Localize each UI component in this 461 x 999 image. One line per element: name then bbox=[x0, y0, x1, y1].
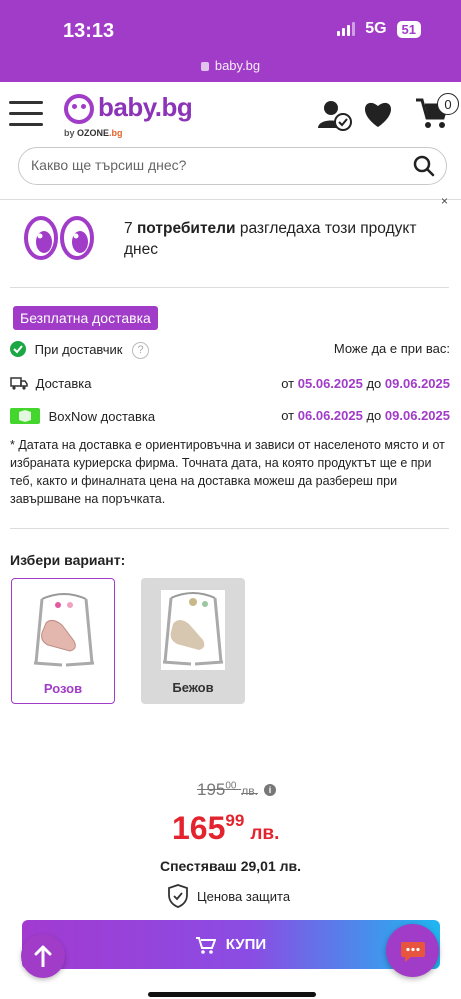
logo-mark bbox=[64, 94, 94, 124]
battery-icon: 51 bbox=[396, 20, 421, 38]
viewers-notice: 7 потребители разгледаха този продукт дн… bbox=[24, 212, 444, 272]
logo[interactable]: baby.bg by OZONE.bg bbox=[64, 92, 194, 142]
heart-icon[interactable] bbox=[362, 100, 394, 128]
supplier-row: При доставчик ? Може да е при вас: bbox=[10, 341, 450, 360]
delivery-label: Доставка bbox=[35, 376, 92, 391]
scroll-top-button[interactable] bbox=[21, 934, 65, 978]
check-circle-icon bbox=[10, 341, 26, 357]
shield-check-icon bbox=[168, 884, 188, 908]
old-price: 19500 лв. i bbox=[197, 780, 276, 800]
lock-icon bbox=[200, 62, 209, 71]
arrow-up-icon bbox=[34, 945, 52, 967]
free-delivery-badge: Безплатна доставка bbox=[13, 306, 158, 330]
boxnow-label: BoxNow доставка bbox=[48, 409, 156, 424]
logo-subtitle: by OZONE.bg bbox=[64, 128, 123, 138]
viewers-text: 7 потребители разгледаха този продукт дн… bbox=[124, 220, 417, 258]
logo-text: baby.bg bbox=[98, 92, 193, 122]
supplier-label: При доставчик bbox=[34, 342, 123, 357]
signal-icon bbox=[337, 22, 356, 36]
price-protection[interactable]: Ценова защита bbox=[167, 884, 290, 908]
delivery-note: * Датата на доставка е ориентировъчна и … bbox=[10, 438, 445, 506]
info-icon[interactable]: i bbox=[263, 784, 276, 796]
search-icon[interactable] bbox=[412, 154, 436, 178]
site-header: baby.bg by OZONE.bg 0 bbox=[0, 82, 461, 200]
variant-beige[interactable]: Бежов bbox=[141, 578, 245, 704]
current-price: 16599лв. bbox=[172, 810, 280, 846]
status-time: 13:13 bbox=[63, 20, 115, 42]
status-bar: 13:13 5G 51 baby.bg bbox=[0, 0, 461, 82]
chat-button[interactable] bbox=[386, 924, 439, 977]
boxnow-dates: от 06.06.2025 до 09.06.2025 bbox=[281, 408, 450, 423]
search-box bbox=[18, 147, 447, 185]
url-bar[interactable]: baby.bg bbox=[0, 58, 461, 73]
cart-count-badge: 0 bbox=[437, 93, 459, 115]
product-image bbox=[33, 593, 95, 667]
variant-title: Избери вариант: bbox=[10, 552, 126, 568]
account-icon[interactable] bbox=[318, 100, 352, 132]
close-icon[interactable]: × bbox=[441, 194, 448, 208]
variant-label: Бежов bbox=[172, 680, 214, 695]
menu-icon[interactable] bbox=[9, 101, 43, 129]
boxnow-icon bbox=[10, 408, 40, 424]
cart-icon bbox=[195, 936, 216, 954]
network-label: 5G bbox=[365, 20, 387, 37]
divider bbox=[10, 287, 449, 288]
chat-icon bbox=[400, 941, 425, 962]
home-indicator bbox=[148, 992, 316, 997]
variant-pink[interactable]: Розов bbox=[11, 578, 115, 704]
buy-button[interactable]: КУПИ bbox=[22, 920, 440, 969]
url-text: baby.bg bbox=[214, 58, 261, 73]
delivery-dates: от 05.06.2025 до 09.06.2025 bbox=[281, 376, 450, 391]
variant-label: Розов bbox=[43, 681, 83, 696]
status-indicators: 5G 51 bbox=[337, 20, 421, 38]
divider bbox=[10, 528, 449, 529]
product-image bbox=[161, 590, 225, 670]
delivery-row: Доставка от 05.06.2025 до 09.06.2025 bbox=[10, 376, 450, 391]
help-icon[interactable]: ? bbox=[132, 342, 150, 360]
available-label: Може да е при вас: bbox=[333, 341, 450, 356]
buy-label: КУПИ bbox=[225, 936, 267, 953]
savings-text: Спестяваш 29,01 лв. bbox=[159, 858, 302, 874]
eyes-icon bbox=[24, 216, 94, 260]
boxnow-row: BoxNow доставка от 06.06.2025 до 09.06.2… bbox=[10, 408, 450, 424]
search-input[interactable] bbox=[31, 157, 391, 173]
truck-icon bbox=[10, 377, 28, 390]
